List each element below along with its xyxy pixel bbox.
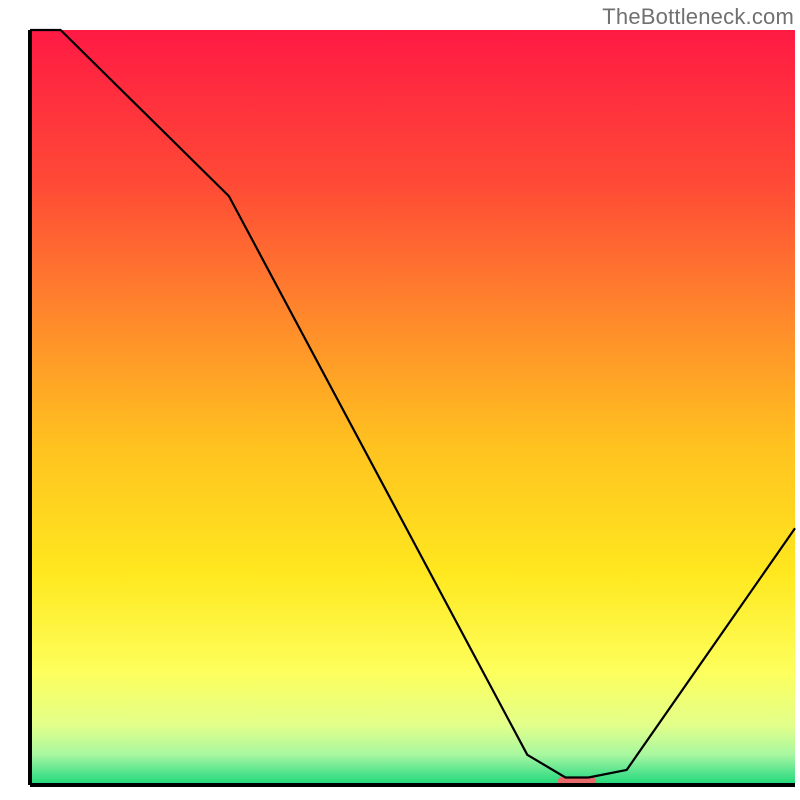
watermark-text: TheBottleneck.com [602, 4, 794, 30]
bottleneck-chart [0, 0, 800, 800]
chart-container: TheBottleneck.com [0, 0, 800, 800]
gradient-background [30, 30, 795, 785]
